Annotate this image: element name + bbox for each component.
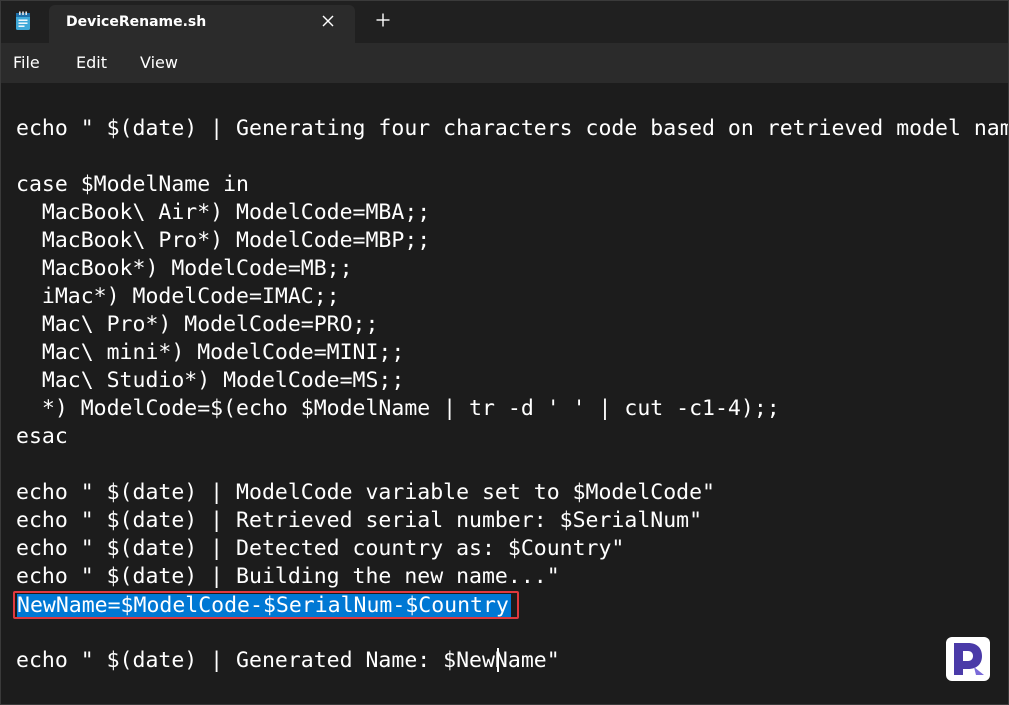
code-line: MacBook\ Pro*) ModelCode=MBP;;: [16, 228, 431, 253]
tab-devicerename[interactable]: DeviceRename.sh: [49, 5, 355, 43]
highlighted-code-line: NewName=$ModelCode-$SerialNum-$Country: [13, 591, 519, 619]
notepad-window: DeviceRename.sh File Edit View echo " $(…: [0, 0, 1009, 705]
text-editor[interactable]: echo " $(date) | Generating four charact…: [1, 83, 1008, 704]
code-line: iMac*) ModelCode=IMAC;;: [16, 284, 340, 309]
code-line: MacBook\ Air*) ModelCode=MBA;;: [16, 200, 431, 225]
code-line: echo " $(date) | ModelCode variable set …: [16, 480, 715, 505]
code-line: Mac\ Pro*) ModelCode=PRO;;: [16, 312, 379, 337]
code-line: echo " $(date) | Retrieved serial number…: [16, 508, 703, 533]
code-line: Mac\ mini*) ModelCode=MINI;;: [16, 340, 405, 365]
code-line: esac: [16, 424, 68, 449]
code-line: echo " $(date) | Detected country as: $C…: [16, 536, 625, 561]
tab-title: DeviceRename.sh: [66, 14, 207, 30]
text-cursor: [497, 648, 499, 672]
menu-edit[interactable]: Edit: [76, 53, 107, 73]
code-line: echo " $(date) | Generated Name: $NewNam…: [16, 648, 560, 673]
code-line: Mac\ Studio*) ModelCode=MS;;: [16, 368, 405, 393]
menu-file[interactable]: File: [13, 53, 40, 73]
code-line: echo " $(date) | Building the new name..…: [16, 564, 560, 589]
code-line: *) ModelCode=$(echo $ModelName | tr -d '…: [16, 396, 780, 421]
title-bar: DeviceRename.sh: [1, 1, 1008, 43]
plus-icon[interactable]: [375, 12, 391, 28]
menu-bar: File Edit View: [1, 43, 1008, 83]
selected-text: NewName=$ModelCode-$SerialNum-$Country: [17, 593, 511, 618]
menu-view[interactable]: View: [140, 53, 178, 73]
code-line: case $ModelName in: [16, 172, 249, 197]
close-icon[interactable]: [321, 14, 335, 28]
notepad-icon: [16, 11, 30, 30]
code-line: echo " $(date) | Generating four charact…: [16, 116, 1008, 141]
prajwal-logo-icon: [946, 637, 990, 681]
code-line: MacBook*) ModelCode=MB;;: [16, 256, 353, 281]
